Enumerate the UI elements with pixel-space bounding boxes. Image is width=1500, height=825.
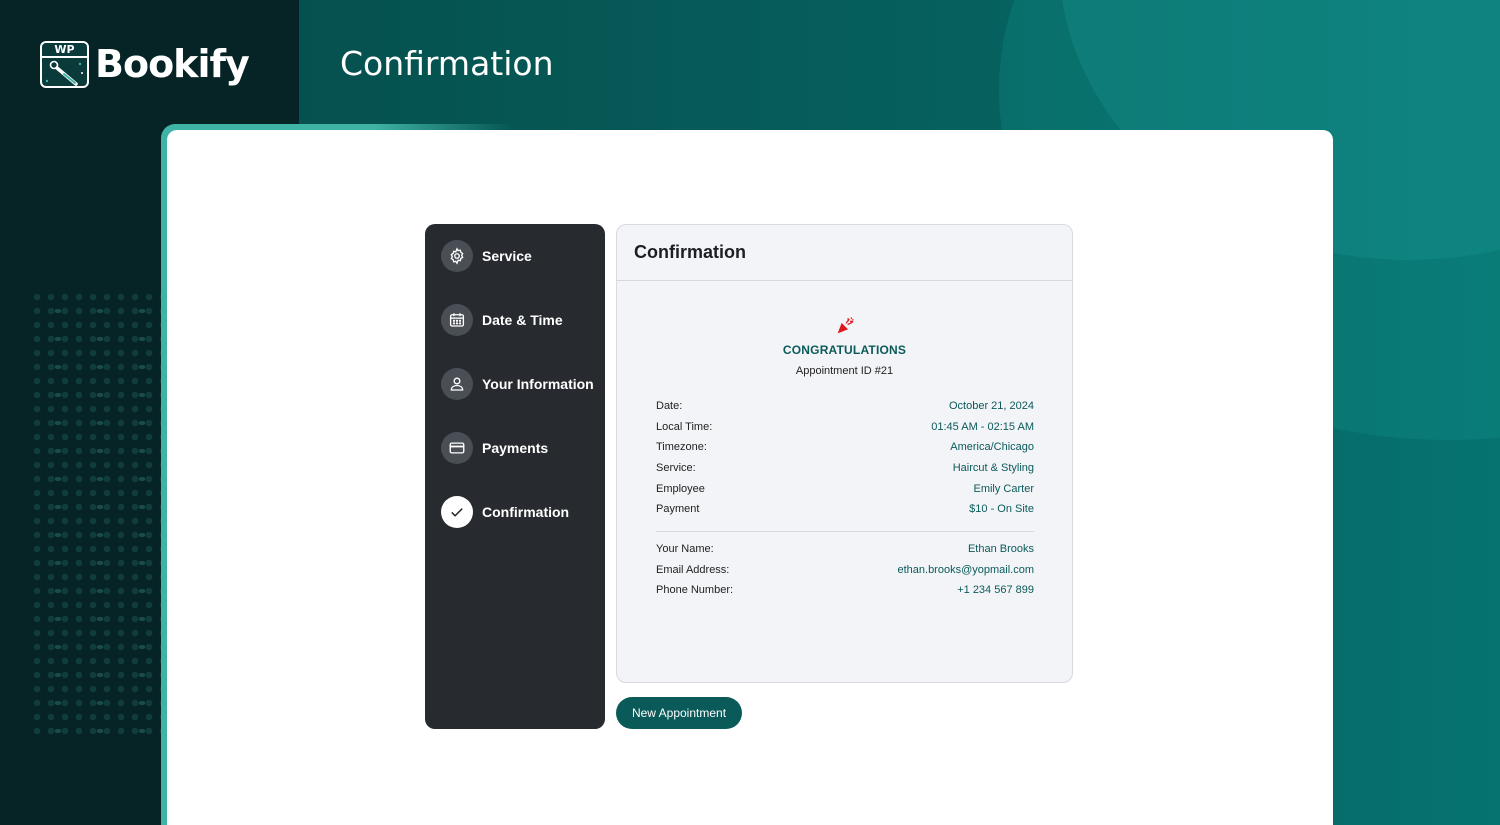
step-date-time[interactable]: Date & Time — [441, 304, 563, 336]
contact-details: Your Name: Ethan Brooks Email Address: e… — [656, 539, 1034, 601]
detail-row: Payment $10 - On Site — [656, 499, 1034, 520]
section-divider — [656, 531, 1034, 532]
step-label: Service — [482, 248, 532, 264]
party-popper-icon — [837, 317, 854, 334]
detail-row: Employee Emily Carter — [656, 478, 1034, 499]
appointment-details: Date: October 21, 2024 Local Time: 01:45… — [656, 396, 1034, 520]
new-appointment-button[interactable]: New Appointment — [616, 697, 742, 729]
brand-name: Bookify — [95, 42, 250, 86]
user-icon — [441, 368, 473, 400]
detail-value: America/Chicago — [950, 441, 1034, 454]
wrench-icon — [45, 60, 83, 86]
step-label: Payments — [482, 440, 549, 456]
detail-label: Employee — [656, 482, 705, 495]
detail-row: Your Name: Ethan Brooks — [656, 539, 1034, 560]
credit-card-icon — [441, 432, 473, 464]
confirmation-panel: Confirmation CONGRATULATIONS Appointment… — [616, 224, 1073, 683]
appointment-id: Appointment ID #21 — [795, 365, 894, 377]
detail-value: ethan.brooks@yopmail.com — [897, 563, 1034, 576]
steps-sidebar: Service Date & Time Your Information Pay… — [425, 224, 605, 729]
dot-pattern — [30, 290, 170, 740]
detail-value: October 21, 2024 — [948, 400, 1034, 413]
detail-value: Haircut & Styling — [952, 462, 1034, 475]
detail-label: Local Time: — [656, 420, 713, 433]
step-service[interactable]: Service — [441, 240, 532, 272]
detail-label: Service: — [656, 462, 696, 475]
panel-title: Confirmation — [617, 225, 1072, 281]
detail-row: Phone Number: +1 234 567 899 — [656, 580, 1034, 601]
step-payments[interactable]: Payments — [441, 432, 548, 464]
logo-badge: WP — [40, 40, 89, 88]
detail-label: Your Name: — [656, 543, 714, 556]
detail-value: Emily Carter — [973, 482, 1034, 495]
detail-label: Date: — [656, 400, 683, 413]
logo-badge-text: WP — [42, 43, 87, 58]
detail-label: Timezone: — [656, 441, 707, 454]
detail-row: Service: Haircut & Styling — [656, 458, 1034, 479]
calendar-icon — [441, 304, 473, 336]
detail-value: +1 234 567 899 — [957, 584, 1034, 597]
detail-value: Ethan Brooks — [967, 543, 1034, 556]
detail-label: Payment — [656, 503, 700, 516]
detail-value: $10 - On Site — [969, 503, 1034, 516]
step-your-information[interactable]: Your Information — [441, 368, 594, 400]
congratulations-text: CONGRATULATIONS — [782, 343, 907, 357]
page-title: Confirmation — [340, 44, 554, 83]
detail-row: Email Address: ethan.brooks@yopmail.com — [656, 560, 1034, 581]
step-confirmation[interactable]: Confirmation — [441, 496, 569, 528]
step-label: Your Information — [482, 376, 594, 392]
gear-icon — [441, 240, 473, 272]
detail-label: Email Address: — [656, 563, 730, 576]
step-label: Confirmation — [482, 504, 570, 520]
detail-row: Date: October 21, 2024 — [656, 396, 1034, 417]
step-label: Date & Time — [482, 312, 563, 328]
detail-row: Timezone: America/Chicago — [656, 437, 1034, 458]
brand-logo: WP Bookify — [40, 40, 250, 88]
detail-label: Phone Number: — [656, 584, 734, 597]
check-icon — [441, 496, 473, 528]
detail-value: 01:45 AM - 02:15 AM — [931, 420, 1034, 433]
detail-row: Local Time: 01:45 AM - 02:15 AM — [656, 417, 1034, 438]
